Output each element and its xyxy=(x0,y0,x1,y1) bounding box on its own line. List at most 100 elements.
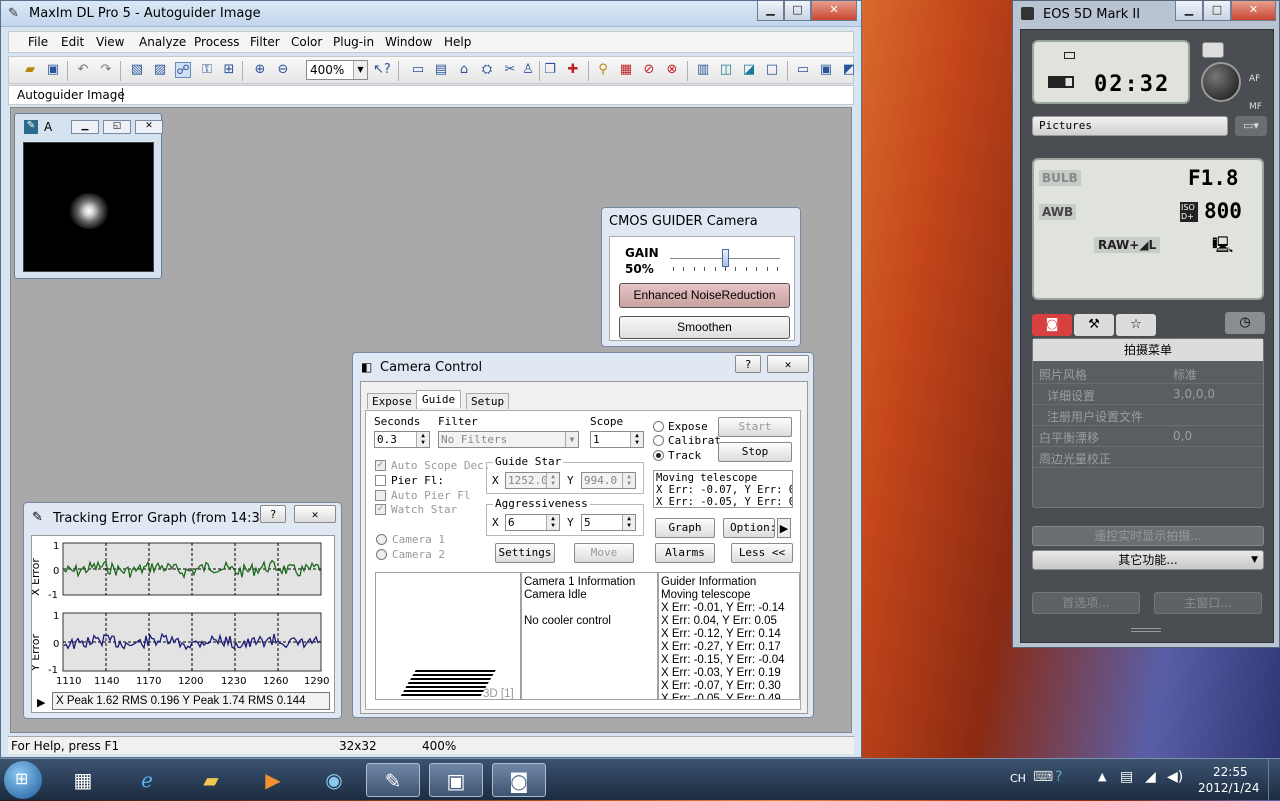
awb-label[interactable]: AWB xyxy=(1039,204,1077,220)
menu-process[interactable]: Process xyxy=(194,35,240,49)
smoothen-button[interactable]: Smoothen xyxy=(619,316,790,339)
shooting-menu-item[interactable]: 周边光量校正 xyxy=(1033,447,1263,468)
menu-filter[interactable]: Filter xyxy=(250,35,280,49)
redo-icon[interactable]: ↷ xyxy=(98,62,114,78)
tab-expose[interactable]: Expose xyxy=(367,393,417,409)
close-button[interactable]: ✕ xyxy=(811,1,857,21)
help-icon[interactable]: ? xyxy=(1055,769,1062,785)
tray-arrow-icon[interactable]: ▲ xyxy=(1098,770,1106,783)
bulb-label[interactable]: BULB xyxy=(1039,170,1081,186)
brush-icon[interactable]: ⚲ xyxy=(595,62,611,78)
live-view-toggle[interactable] xyxy=(1202,42,1224,58)
telescope-icon[interactable]: ⌂ xyxy=(456,62,472,78)
quality-label[interactable]: RAW+◢L xyxy=(1094,237,1161,253)
menu-edit[interactable]: Edit xyxy=(61,35,84,49)
camera-control-window[interactable]: ◧ Camera Control ? ✕ Expose Guide Setup … xyxy=(352,352,814,718)
guide-star-y-spinner[interactable]: ▲ ▼ xyxy=(622,473,635,488)
save-icon[interactable]: ▣ xyxy=(45,62,61,78)
calibrate-icon[interactable]: ▦ xyxy=(618,62,634,78)
auto-scope-dec-checkbox[interactable]: ✓ xyxy=(375,460,386,471)
mode-calibrate-radio[interactable] xyxy=(653,435,664,446)
sequence-icon[interactable]: ♙ xyxy=(520,62,536,78)
chevron-down-icon[interactable]: ▼ xyxy=(565,432,578,447)
image-restore-button[interactable]: ◱ xyxy=(103,120,131,134)
lock-icon[interactable]: ⚿ xyxy=(199,62,215,78)
menu-view[interactable]: View xyxy=(96,35,124,49)
menu-help[interactable]: Help xyxy=(444,35,471,49)
menu-color[interactable]: Color xyxy=(291,35,322,49)
shutter-button[interactable] xyxy=(1201,62,1241,102)
enhanced-noise-reduction-button[interactable]: Enhanced NoiseReduction xyxy=(619,283,790,308)
maxim-taskbar-icon[interactable]: ✎ xyxy=(366,763,420,797)
image-stack-icon[interactable]: ▨ xyxy=(152,62,168,78)
autoguider-image-window[interactable]: ✎ A ▁ ◱ ✕ xyxy=(14,113,163,279)
chevron-down-icon[interactable]: ▼ xyxy=(353,61,367,79)
tab-tools[interactable]: ⚒ xyxy=(1074,314,1114,336)
timer-icon[interactable]: ◷ xyxy=(1225,312,1265,334)
graph-button[interactable]: Graph xyxy=(655,518,715,538)
show-desktop-button[interactable] xyxy=(1268,759,1280,801)
main-window-button[interactable]: 主窗口... xyxy=(1154,592,1262,614)
crosshair-icon[interactable]: ✚ xyxy=(565,62,581,78)
menu-plugin[interactable]: Plug-in xyxy=(333,35,374,49)
aperture-value[interactable]: F1.8 xyxy=(1188,166,1239,190)
tracking-close-button[interactable]: ✕ xyxy=(294,505,336,523)
preferences-button[interactable]: 首选项... xyxy=(1032,592,1140,614)
no-dark-icon[interactable]: ⊗ xyxy=(664,62,680,78)
focuser-icon[interactable]: ⛭ xyxy=(479,62,495,78)
context-help-icon[interactable]: ↖? xyxy=(373,62,391,78)
start-button[interactable]: Start xyxy=(718,417,792,437)
remote-live-view-button[interactable]: 遥控实时显示拍摄... xyxy=(1032,526,1264,546)
folder-button[interactable]: ▭▾ xyxy=(1235,116,1267,136)
alarms-button[interactable]: Alarms xyxy=(655,543,715,563)
media-player-taskbar-icon[interactable]: ▶ xyxy=(246,763,300,797)
menu-window[interactable]: Window xyxy=(385,35,432,49)
signal-icon[interactable]: ◢ xyxy=(1145,769,1156,785)
scope-spinner[interactable]: ▲ ▼ xyxy=(630,432,643,447)
document-tab[interactable]: Autoguider Image xyxy=(17,88,125,102)
pier-flip-checkbox[interactable] xyxy=(375,475,386,486)
filter-select[interactable]: No Filters ▼ xyxy=(438,431,579,448)
guide-star-x-input[interactable]: 1252.0 ▲ ▼ xyxy=(505,472,560,489)
pc-icon[interactable]: 🖳 xyxy=(1212,234,1233,261)
filter-wheel-icon[interactable]: ✂ xyxy=(502,62,518,78)
camera-control-help-button[interactable]: ? xyxy=(735,355,761,373)
tab-favorites[interactable]: ☆ xyxy=(1116,314,1156,336)
move-button[interactable]: Move xyxy=(574,543,634,563)
undo-icon[interactable]: ↶ xyxy=(75,62,91,78)
menu-analyze[interactable]: Analyze xyxy=(139,35,186,49)
camera-control-close-button[interactable]: ✕ xyxy=(767,355,809,373)
picture-icon[interactable]: ▣ xyxy=(818,62,834,78)
aggressiveness-y-spinner[interactable]: ▲ ▼ xyxy=(622,515,635,530)
square-icon[interactable]: □ xyxy=(764,62,780,78)
seconds-spinner[interactable]: ▲ ▼ xyxy=(416,432,429,447)
eos-minimize-button[interactable]: ▁ xyxy=(1175,1,1203,21)
other-functions-button[interactable]: 其它功能... ▼ xyxy=(1032,550,1264,570)
cmos-guider-window[interactable]: CMOS GUIDER Camera GAIN 50% Enhanced Noi… xyxy=(601,207,801,347)
tab-setup[interactable]: Setup xyxy=(466,393,510,409)
zoom-in-icon[interactable]: ⊕ xyxy=(252,62,268,78)
copy-icon[interactable]: ❐ xyxy=(542,62,558,78)
image-close-button[interactable]: ✕ xyxy=(135,120,163,134)
folder-taskbar-icon[interactable]: ▰ xyxy=(184,763,238,797)
save-to-field[interactable]: Pictures xyxy=(1032,116,1228,136)
zoom-out-icon[interactable]: ⊖ xyxy=(275,62,291,78)
tab-shooting[interactable]: ◙ xyxy=(1032,314,1072,336)
menu-file[interactable]: File xyxy=(28,35,48,49)
seconds-input[interactable]: 0.3 ▲ ▼ xyxy=(374,431,430,448)
slider-thumb[interactable] xyxy=(722,249,729,267)
no-flat-icon[interactable]: ⊘ xyxy=(641,62,657,78)
aggressiveness-y-input[interactable]: 5 ▲ ▼ xyxy=(581,514,636,531)
keyboard-icon[interactable]: ⌨ xyxy=(1033,769,1053,785)
tracking-help-button[interactable]: ? xyxy=(260,505,286,523)
aggressiveness-x-input[interactable]: 6 ▲ ▼ xyxy=(505,514,560,531)
shooting-menu-item[interactable]: 白平衡漂移 0,0 xyxy=(1033,426,1263,447)
less-button[interactable]: Less << xyxy=(731,543,793,563)
window-icon[interactable]: ⊞ xyxy=(221,62,237,78)
scope-input[interactable]: 1 ▲ ▼ xyxy=(590,431,644,448)
eos-utility-taskbar-icon[interactable]: ◙ xyxy=(492,763,546,797)
camera2-radio[interactable] xyxy=(376,549,387,560)
aggressiveness-x-spinner[interactable]: ▲ ▼ xyxy=(546,515,559,530)
network-icon[interactable]: ▤ xyxy=(1120,769,1133,785)
play-icon[interactable]: ▶ xyxy=(37,696,45,709)
